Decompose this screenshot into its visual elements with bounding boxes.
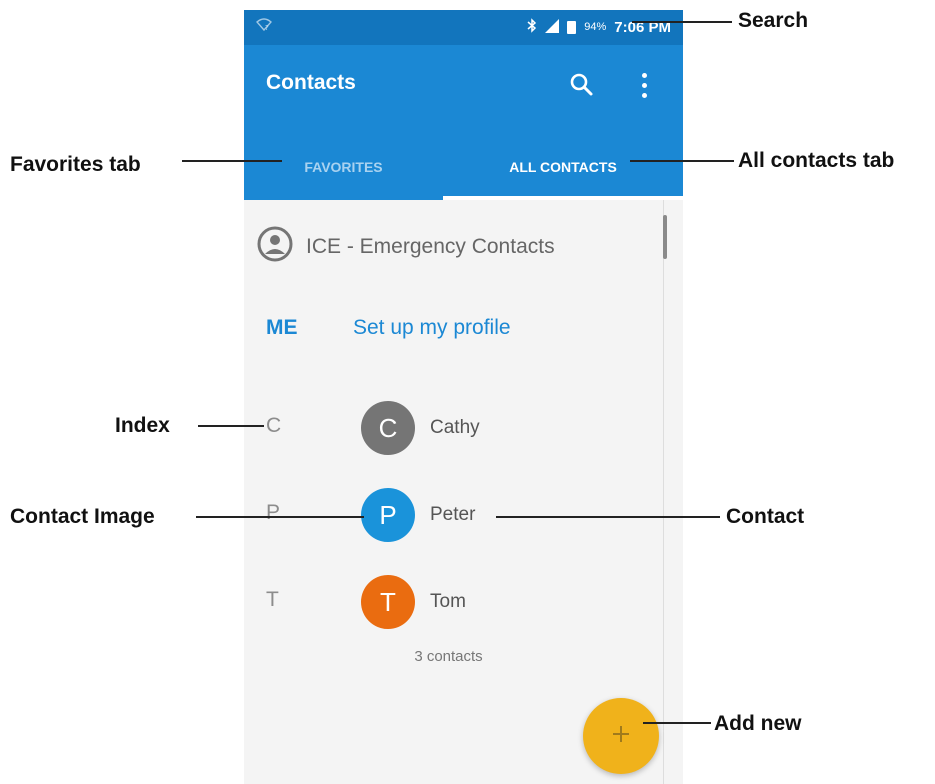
contact-count: 3 contacts xyxy=(244,648,683,665)
contact-avatar: C xyxy=(361,401,415,455)
index-leader-line xyxy=(198,425,264,427)
plus-icon xyxy=(610,721,632,751)
bluetooth-icon xyxy=(527,18,537,36)
contact-image-callout: Contact Image xyxy=(10,505,155,528)
ice-label: ICE - Emergency Contacts xyxy=(306,234,555,258)
svg-text:?: ? xyxy=(265,24,269,31)
set-up-profile-link[interactable]: Set up my profile xyxy=(353,316,511,340)
phone-screen: ? 94% 7:06 PM Contacts FAVORITES ALL CON… xyxy=(244,10,683,784)
add-new-leader-line xyxy=(643,722,711,724)
more-vert-icon xyxy=(641,72,647,78)
ice-emergency-contacts-row[interactable]: ICE - Emergency Contacts xyxy=(256,225,555,268)
contact-row-cathy[interactable]: C C Cathy xyxy=(244,398,663,458)
contact-row-tom[interactable]: T T Tom xyxy=(244,572,663,632)
me-label: ME xyxy=(266,316,298,339)
index-letter: P xyxy=(266,501,281,524)
battery-icon xyxy=(567,20,577,34)
status-bar: ? 94% 7:06 PM xyxy=(244,10,683,45)
contact-count-label: 3 contacts xyxy=(414,648,483,665)
divider xyxy=(663,200,664,784)
more-options-button[interactable] xyxy=(629,65,659,105)
app-title: Contacts xyxy=(266,71,356,94)
index-callout: Index xyxy=(115,414,170,437)
all-contacts-tab-callout: All contacts tab xyxy=(738,149,895,172)
tab-all-contacts[interactable]: ALL CONTACTS xyxy=(443,133,683,200)
favorites-leader-line xyxy=(182,160,282,162)
contact-name: Tom xyxy=(430,591,466,612)
battery-percentage: 94% xyxy=(584,21,607,33)
add-new-callout: Add new xyxy=(714,712,802,735)
contact-row-peter[interactable]: P P Peter xyxy=(244,485,663,545)
search-leader-line xyxy=(632,21,732,23)
account-circle-icon xyxy=(256,225,294,268)
contacts-list[interactable]: ICE - Emergency Contacts ME Set up my pr… xyxy=(244,200,683,784)
app-bar: Contacts FAVORITES ALL CONTACTS xyxy=(244,45,683,200)
search-button[interactable] xyxy=(564,67,600,103)
wifi-icon: ? xyxy=(256,18,272,34)
favorites-tab-callout: Favorites tab xyxy=(10,153,141,176)
search-icon xyxy=(564,73,600,107)
contact-avatar: T xyxy=(361,575,415,629)
search-callout: Search xyxy=(738,9,809,32)
me-profile-row[interactable]: ME Set up my profile xyxy=(266,308,646,348)
contact-image-leader-line xyxy=(196,516,364,518)
contact-callout: Contact xyxy=(726,505,805,528)
signal-icon xyxy=(545,18,560,36)
index-letter: T xyxy=(266,588,279,611)
tab-favorites[interactable]: FAVORITES xyxy=(244,133,443,200)
contact-avatar: P xyxy=(361,488,415,542)
all-contacts-leader-line xyxy=(630,160,734,162)
index-letter: C xyxy=(266,414,282,437)
contact-name: Cathy xyxy=(430,417,480,438)
scrollbar[interactable] xyxy=(663,215,667,259)
contact-name: Peter xyxy=(430,504,476,525)
add-contact-button[interactable] xyxy=(583,698,659,774)
contact-leader-line xyxy=(496,516,720,518)
